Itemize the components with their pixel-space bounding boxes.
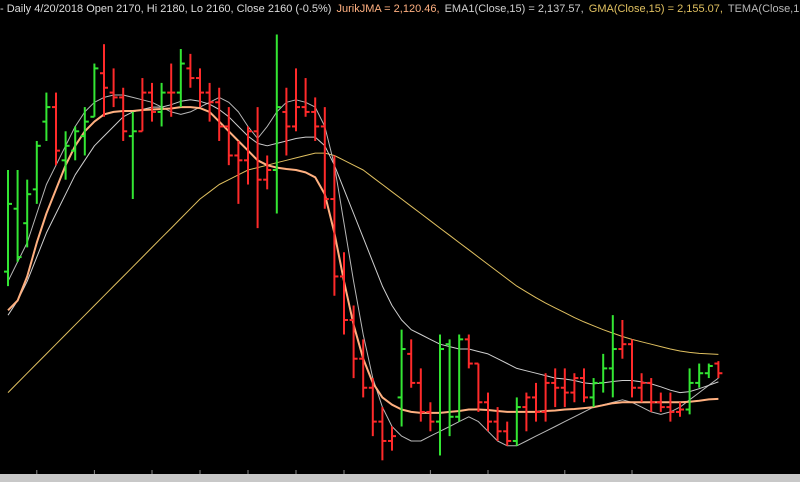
x-axis-bar — [0, 474, 800, 482]
ohlc-bar — [253, 107, 262, 229]
ohlc-bar — [464, 334, 473, 369]
ohlc-bar — [109, 68, 118, 108]
ohlc-bar — [532, 382, 540, 422]
ohlc-bar — [176, 49, 185, 108]
ohlc-bar — [628, 339, 636, 398]
ohlc-bar — [128, 111, 137, 200]
ohlc-bar — [570, 373, 579, 403]
ohlc-bar — [589, 378, 598, 408]
ohlc-bar — [484, 392, 492, 432]
ohlc-bar — [80, 107, 89, 156]
ohlc-bar — [599, 353, 608, 393]
ohlc-bar — [618, 320, 627, 359]
ohlc-bar — [714, 361, 723, 379]
ohlc-bar — [320, 107, 329, 209]
ohlc-bar — [647, 378, 656, 412]
ohlc-bar — [32, 140, 41, 204]
ohlc-bar — [282, 87, 291, 156]
ohlc-bar — [445, 339, 454, 437]
ohlc-bar — [704, 363, 713, 379]
ohlc-bar — [244, 126, 252, 185]
ohlc-bar — [666, 392, 675, 422]
ohlc-bar — [52, 92, 60, 166]
ohlc-bar — [138, 78, 147, 133]
ohlc-bar — [512, 397, 521, 446]
ohlc-bar — [90, 63, 99, 118]
ohlc-bar — [301, 78, 310, 117]
ohlc-bar — [100, 44, 108, 117]
ohlc-bar — [388, 426, 396, 451]
ohlc-bar — [436, 334, 444, 456]
ohlc-bar — [560, 368, 569, 408]
ohlc-bar — [637, 373, 646, 403]
ohlc-bar — [378, 407, 387, 461]
ohlc-bar — [157, 82, 166, 127]
ohlc-bar — [215, 87, 224, 141]
ohlc-bar — [234, 140, 243, 204]
ohlc-bar — [23, 179, 32, 248]
ohlc-bar — [42, 92, 51, 141]
ohlc-bar — [580, 368, 588, 403]
ohlc-bar — [263, 155, 272, 190]
ohlc-bar — [608, 315, 617, 398]
ohlc-bar — [541, 373, 550, 422]
ohlc-bar — [474, 362, 483, 412]
ohlc-bar — [311, 97, 320, 141]
ohlc-bar — [272, 34, 281, 214]
ohlc-bar — [685, 368, 694, 415]
ohlc-bar — [186, 53, 195, 88]
price-chart[interactable]: 121926Mar5121926Apr916 — [0, 0, 800, 482]
ohlc-bar — [224, 107, 233, 166]
ohlc-bar — [397, 329, 406, 427]
ohlc-bar — [4, 170, 12, 287]
ohlc-bar — [695, 363, 704, 388]
ohlc-bar — [455, 334, 464, 422]
ohlc-bar — [503, 421, 512, 446]
ohlc-bar — [13, 170, 22, 262]
ohlc-bar — [148, 82, 156, 122]
ohlc-bar — [292, 68, 300, 132]
ohlc-bar — [551, 368, 560, 408]
ohlc-bar — [426, 402, 435, 432]
ohlc-bar — [407, 339, 416, 388]
